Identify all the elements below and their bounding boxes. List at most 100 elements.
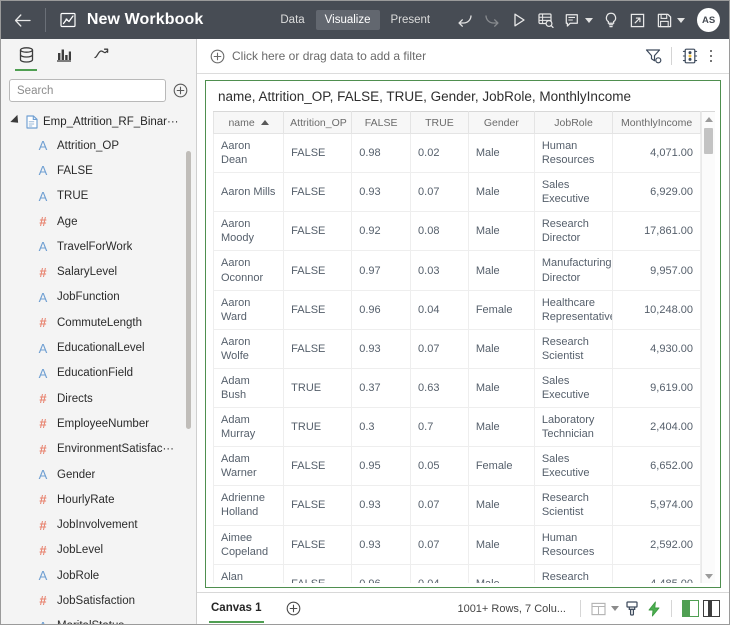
table-cell[interactable]: Manufacturing Director [533, 250, 614, 291]
visualizations-tab[interactable] [51, 42, 77, 72]
expand-caret-icon[interactable] [11, 117, 21, 127]
table-row[interactable]: Aaron Dean FALSE 0.98 0.02 Male Human Resourc… [213, 132, 701, 174]
table-cell[interactable]: Laboratory Technician [533, 407, 614, 448]
column-header[interactable]: Attrition_OP [283, 111, 353, 134]
field-item[interactable]: A Attrition_OP [1, 133, 196, 158]
table-cell[interactable]: 0.63 [410, 367, 469, 409]
search-box[interactable] [9, 79, 166, 102]
column-header[interactable]: MonthlyIncome [612, 111, 701, 134]
field-item[interactable]: # Age [1, 209, 196, 234]
table-cell[interactable]: TRUE [283, 367, 353, 409]
table-cell[interactable]: 0.96 [351, 563, 412, 583]
table-cell[interactable]: TRUE [283, 407, 353, 448]
table-cell[interactable]: Aimee Copeland [213, 524, 285, 565]
field-item[interactable]: A TravelForWork [1, 234, 196, 259]
table-cell[interactable]: FALSE [283, 172, 353, 213]
field-list[interactable]: Emp_Attrition_RF_Binar··· A Attrition_OP A… [1, 108, 196, 624]
table-row[interactable]: Aaron Wolfe FALSE 0.93 0.07 Male Research Sci… [213, 328, 701, 369]
table-cell[interactable]: 0.03 [410, 250, 469, 291]
grid-layout-icon[interactable] [587, 597, 609, 621]
column-header[interactable]: FALSE [351, 111, 412, 134]
tab-visualize[interactable]: Visualize [315, 10, 380, 30]
undo-icon[interactable] [451, 5, 478, 35]
table-cell[interactable]: 2,404.00 [612, 407, 701, 448]
table-cell[interactable]: 0.07 [410, 328, 469, 369]
back-arrow-icon[interactable] [1, 1, 45, 39]
table-cell[interactable]: 0.7 [410, 407, 469, 448]
table-cell[interactable]: 0.93 [351, 328, 412, 369]
field-item[interactable]: A MaritalStatus [1, 614, 196, 624]
table-row[interactable]: Adam Warner FALSE 0.95 0.05 Female Sales Exec… [213, 446, 701, 487]
field-item[interactable]: # Directs [1, 386, 196, 411]
play-run-icon[interactable] [505, 5, 532, 35]
column-header[interactable]: JobRole [533, 111, 614, 134]
search-input[interactable] [17, 84, 158, 97]
field-item[interactable]: # SalaryLevel [1, 259, 196, 284]
canvas-tab-1[interactable]: Canvas 1 [209, 595, 264, 623]
table-cell[interactable]: Male [467, 485, 535, 526]
field-item[interactable]: A EducationField [1, 361, 196, 386]
table-cell[interactable]: FALSE [283, 289, 353, 330]
table-cell[interactable]: Research Director [533, 211, 614, 252]
field-item[interactable]: # EnvironmentSatisfac··· [1, 437, 196, 462]
table-cell[interactable]: Sales Executive [533, 446, 614, 487]
table-cell[interactable]: FALSE [283, 211, 353, 252]
table-cell[interactable]: Sales Executive [533, 367, 614, 409]
field-item[interactable]: A JobFunction [1, 285, 196, 310]
table-cell[interactable]: Alan Watson [213, 563, 285, 583]
table-cell[interactable]: FALSE [283, 563, 353, 583]
more-vertical-icon[interactable] [703, 43, 719, 69]
table-cell[interactable]: 4,485.00 [612, 563, 701, 583]
table-row[interactable]: Aaron Mills FALSE 0.93 0.07 Male Sales Execut… [213, 172, 701, 213]
table-cell[interactable]: Aaron Oconnor [213, 250, 285, 291]
table-cell[interactable]: Aaron Moody [213, 211, 285, 252]
add-filter-icon[interactable] [209, 48, 225, 64]
table-cell[interactable]: FALSE [283, 485, 353, 526]
data-table[interactable]: name Attrition_OP FALSE TRUE Gender JobRole Mo… [213, 111, 701, 583]
table-cell[interactable]: Aaron Mills [213, 172, 285, 213]
data-panel-tab[interactable] [13, 42, 39, 72]
column-header[interactable]: name [213, 111, 285, 134]
sidebar-scrollbar-thumb[interactable] [186, 151, 191, 429]
table-vertical-scrollbar[interactable] [701, 111, 715, 583]
table-row[interactable]: Adam Bush TRUE 0.37 0.63 Male Sales Executive… [213, 367, 701, 409]
column-header[interactable]: Gender [467, 111, 535, 134]
column-header[interactable]: TRUE [410, 111, 469, 134]
table-cell[interactable]: 6,929.00 [612, 172, 701, 213]
table-cell[interactable]: Male [467, 172, 535, 213]
table-row[interactable]: Aaron Moody FALSE 0.92 0.08 Male Research Dir… [213, 211, 701, 252]
table-cell[interactable]: FALSE [283, 446, 353, 487]
table-row[interactable]: Adrienne Holland FALSE 0.93 0.07 Male Researc… [213, 485, 701, 526]
table-cell[interactable]: Adrienne Holland [213, 485, 285, 526]
filter-settings-icon[interactable] [640, 43, 666, 69]
save-icon[interactable] [651, 5, 678, 35]
table-cell[interactable]: Sales Executive [533, 172, 614, 213]
user-avatar[interactable]: AS [697, 8, 720, 32]
left-panel-toggle[interactable] [682, 600, 699, 617]
field-item[interactable]: # EmployeeNumber [1, 411, 196, 436]
add-circle-icon[interactable] [172, 83, 188, 99]
field-item[interactable]: # JobSatisfaction [1, 588, 196, 613]
analytics-tab[interactable] [89, 42, 115, 72]
table-cell[interactable]: 0.96 [351, 289, 412, 330]
table-cell[interactable]: FALSE [283, 524, 353, 565]
table-cell[interactable]: Male [467, 563, 535, 583]
table-cell[interactable]: 0.92 [351, 211, 412, 252]
table-cell[interactable]: 0.37 [351, 367, 412, 409]
table-cell[interactable]: 0.95 [351, 446, 412, 487]
table-row[interactable]: Aaron Oconnor FALSE 0.97 0.03 Male Manufactur… [213, 250, 701, 291]
table-cell[interactable]: FALSE [283, 328, 353, 369]
table-cell[interactable]: Adam Bush [213, 367, 285, 409]
table-cell[interactable]: 5,974.00 [612, 485, 701, 526]
dataset-node[interactable]: Emp_Attrition_RF_Binar··· [1, 110, 196, 133]
field-item[interactable]: A FALSE [1, 158, 196, 183]
visualization-card[interactable]: name, Attrition_OP, FALSE, TRUE, Gender,… [205, 80, 721, 588]
field-item[interactable]: # HourlyRate [1, 487, 196, 512]
grid-chevron-down-icon[interactable] [609, 597, 621, 621]
table-cell[interactable]: 0.04 [410, 289, 469, 330]
table-cell[interactable]: 0.98 [351, 132, 412, 174]
table-cell[interactable]: Research Scientist [533, 328, 614, 369]
notes-chevron-down-icon[interactable] [583, 5, 595, 35]
table-cell[interactable]: Adam Warner [213, 446, 285, 487]
insights-bulb-icon[interactable] [597, 5, 624, 35]
